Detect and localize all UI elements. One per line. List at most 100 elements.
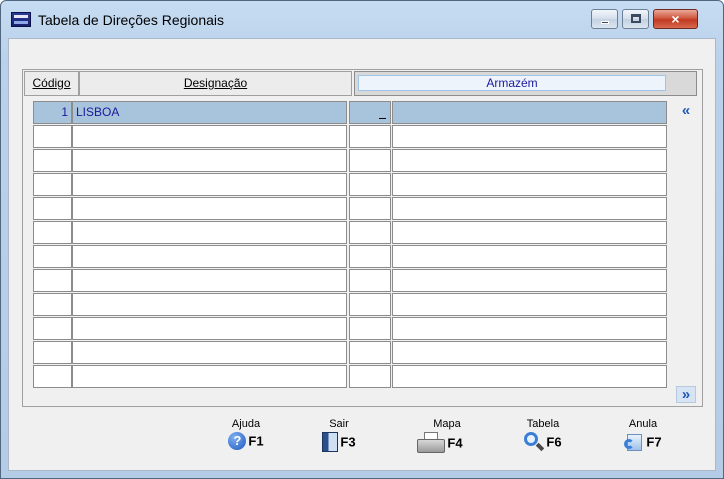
cell-col3[interactable] [349, 197, 391, 220]
cell-col3[interactable] [349, 245, 391, 268]
close-button[interactable]: × [653, 9, 698, 29]
scroll-down-icon[interactable]: » [676, 386, 696, 403]
cell-designacao[interactable] [72, 245, 347, 268]
cell-codigo[interactable] [33, 221, 72, 244]
cell-col3[interactable] [349, 341, 391, 364]
cell-col3[interactable] [349, 149, 391, 172]
cell-col3[interactable] [349, 317, 391, 340]
help-key: F1 [248, 433, 264, 449]
scroll-up-icon[interactable]: « [676, 103, 696, 120]
table-row[interactable]: 1 LISBOA [33, 101, 669, 125]
table-row[interactable] [33, 245, 669, 269]
cell-designacao[interactable] [72, 173, 347, 196]
exit-button[interactable]: Sair F3 [311, 417, 367, 469]
cell-col3[interactable] [349, 101, 391, 124]
maximize-icon [631, 14, 641, 23]
cell-codigo[interactable] [33, 197, 72, 220]
title-bar[interactable]: Tabela de Direções Regionais × [1, 1, 723, 37]
cell-designacao[interactable] [72, 317, 347, 340]
cell-armazem[interactable] [392, 221, 667, 244]
cell-armazem[interactable] [392, 173, 667, 196]
cell-armazem[interactable] [392, 317, 667, 340]
cell-codigo[interactable] [33, 317, 72, 340]
cell-designacao[interactable] [72, 125, 347, 148]
cell-codigo[interactable] [33, 341, 72, 364]
column-header-codigo-label: Código [32, 76, 71, 90]
table-row[interactable] [33, 125, 669, 149]
table-key: F6 [546, 434, 562, 450]
cell-col3[interactable] [349, 293, 391, 316]
cell-codigo[interactable] [33, 173, 72, 196]
client-area: Código Designação Armazém 1 LISBOA « » A… [8, 38, 716, 471]
table-label: Tabela [526, 418, 560, 430]
exit-icon [322, 432, 339, 452]
table-row[interactable] [33, 221, 669, 245]
column-header-armazem-label: Armazém [358, 75, 666, 91]
cell-armazem[interactable] [392, 197, 667, 220]
cell-armazem[interactable] [392, 269, 667, 292]
cell-col3[interactable] [349, 221, 391, 244]
grid-frame: Código Designação Armazém 1 LISBOA « » [22, 69, 703, 407]
cell-designacao[interactable] [72, 221, 347, 244]
undo-label: Anula [628, 418, 658, 430]
scroll-track[interactable] [673, 122, 696, 385]
undo-icon [624, 432, 644, 452]
cell-col3[interactable] [349, 365, 391, 388]
exit-label: Sair [329, 418, 349, 430]
table-row[interactable] [33, 293, 669, 317]
app-icon [11, 12, 31, 27]
cell-armazem[interactable] [392, 365, 667, 388]
cell-designacao[interactable] [72, 365, 347, 388]
cell-col3[interactable] [349, 173, 391, 196]
window-title: Tabela de Direções Regionais [38, 12, 224, 28]
cell-designacao[interactable] [72, 293, 347, 316]
undo-button[interactable]: Anula F7 [615, 417, 671, 469]
cell-armazem[interactable] [392, 125, 667, 148]
help-button[interactable]: Ajuda ? F1 [221, 417, 271, 469]
cell-codigo[interactable] [33, 245, 72, 268]
printer-icon [417, 432, 446, 454]
column-header-designacao-label: Designação [183, 76, 248, 90]
cell-codigo[interactable] [33, 293, 72, 316]
cell-codigo[interactable] [33, 365, 72, 388]
cell-codigo[interactable] [33, 149, 72, 172]
main-window: Tabela de Direções Regionais × Código De… [0, 0, 724, 479]
close-icon: × [671, 11, 680, 27]
cell-col3[interactable] [349, 125, 391, 148]
help-icon: ? [228, 432, 247, 450]
table-row[interactable] [33, 149, 669, 173]
maximize-button[interactable] [622, 9, 649, 29]
cell-codigo[interactable]: 1 [33, 101, 72, 124]
magnifier-icon [524, 432, 545, 452]
cell-codigo[interactable] [33, 269, 72, 292]
table-row[interactable] [33, 365, 669, 389]
cell-designacao[interactable] [72, 149, 347, 172]
cell-armazem[interactable] [392, 245, 667, 268]
data-grid: 1 LISBOA [33, 101, 669, 389]
cell-designacao[interactable] [72, 269, 347, 292]
map-label: Mapa [433, 418, 461, 430]
help-label: Ajuda [231, 418, 261, 430]
map-key: F4 [447, 435, 463, 451]
undo-key: F7 [646, 434, 662, 450]
column-header-designacao[interactable]: Designação [79, 71, 352, 96]
table-button[interactable]: Tabela F6 [515, 417, 571, 469]
cell-col3[interactable] [349, 269, 391, 292]
table-row[interactable] [33, 173, 669, 197]
minimize-button[interactable] [591, 9, 618, 29]
cell-armazem[interactable] [392, 149, 667, 172]
map-button[interactable]: Mapa F4 [409, 417, 471, 469]
table-row[interactable] [33, 197, 669, 221]
cell-armazem[interactable] [392, 293, 667, 316]
cell-armazem[interactable] [392, 101, 667, 124]
column-header-codigo[interactable]: Código [24, 71, 79, 96]
cell-armazem[interactable] [392, 341, 667, 364]
cell-designacao[interactable] [72, 341, 347, 364]
cell-designacao[interactable]: LISBOA [72, 101, 347, 124]
table-row[interactable] [33, 341, 669, 365]
cell-codigo[interactable] [33, 125, 72, 148]
cell-designacao[interactable] [72, 197, 347, 220]
table-row[interactable] [33, 269, 669, 293]
table-row[interactable] [33, 317, 669, 341]
column-header-armazem[interactable]: Armazém [354, 71, 697, 96]
